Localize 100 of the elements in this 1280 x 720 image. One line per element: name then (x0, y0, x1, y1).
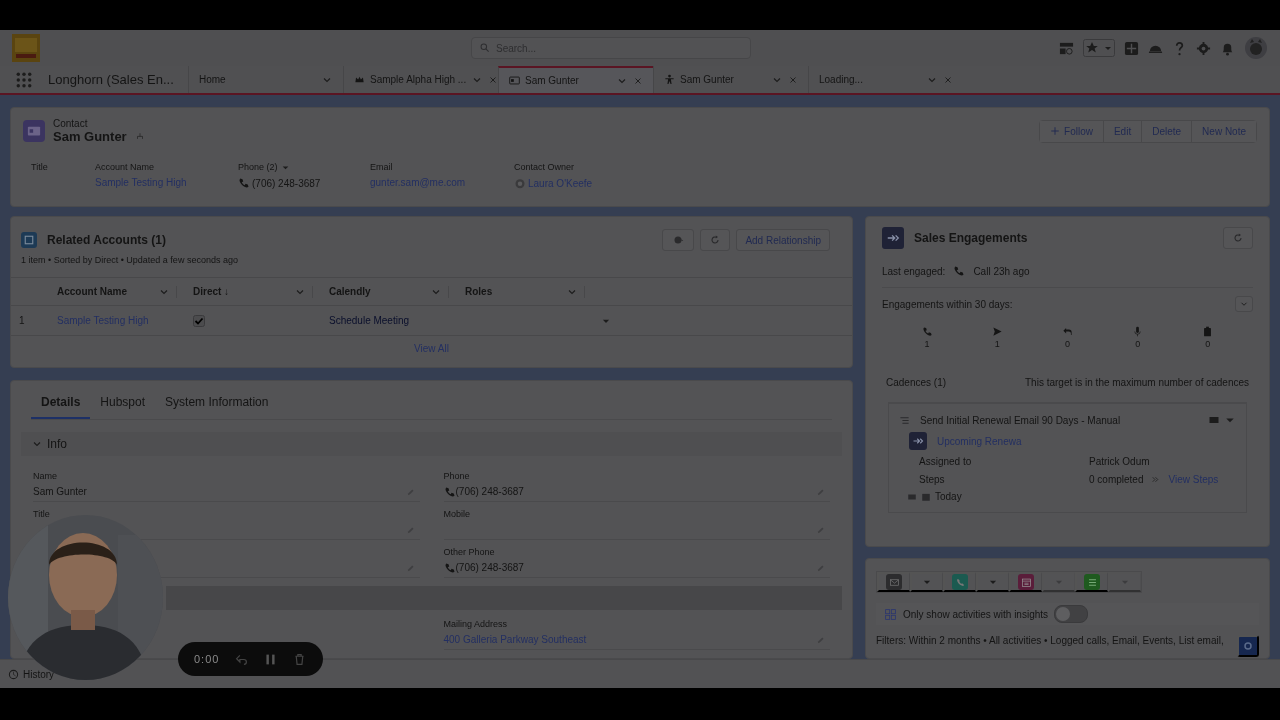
schedule-meeting-link[interactable]: Schedule Meeting (329, 315, 410, 326)
record-name: Sam Gunter (53, 129, 127, 144)
cadences-label: Cadences (1) (886, 377, 947, 388)
card-title: Sales Engagements (914, 231, 1028, 245)
app-name: Longhorn (Sales En... (48, 72, 175, 87)
field-label: Phone (2) (238, 162, 278, 172)
column-header[interactable]: Account Name (57, 286, 127, 297)
close-icon[interactable] (488, 74, 499, 85)
activity-dropdown[interactable] (976, 572, 1009, 592)
recording-timer: 0:00 (194, 653, 220, 665)
field-label: Mobile (443, 509, 471, 519)
due-date: Today (935, 491, 962, 502)
field-label: Mailing Address (443, 619, 509, 629)
undo-icon[interactable] (235, 652, 249, 666)
settings-button[interactable] (662, 229, 695, 251)
field-label: Name (33, 471, 58, 481)
field-label: Phone (443, 471, 471, 481)
search-icon (479, 42, 490, 53)
microphone-icon (1132, 326, 1144, 337)
expand-button[interactable] (1235, 296, 1253, 312)
phone-number: (706) 248-3687 (455, 486, 524, 497)
list-icon (1086, 576, 1098, 588)
phone-number: (706) 248-3687 (252, 177, 321, 189)
details-tab[interactable]: System Information (155, 381, 279, 419)
user-avatar-icon[interactable] (1244, 36, 1268, 60)
section-header[interactable]: Info (21, 432, 842, 456)
workspace-tab[interactable]: Sam Gunter (498, 66, 653, 93)
field-label: Steps (919, 474, 946, 485)
field-value: Sam Gunter (33, 486, 87, 497)
activity-button[interactable] (943, 572, 976, 592)
list-icon (899, 414, 910, 426)
app-launcher-icon[interactable] (16, 71, 32, 88)
field-label: Title (31, 162, 48, 172)
calendar-icon (921, 491, 931, 502)
engagement-count: 1 (924, 339, 930, 349)
hierarchy-icon (134, 131, 145, 142)
workspace-tab[interactable]: Loading... (808, 66, 963, 93)
company-logo[interactable] (12, 34, 40, 62)
column-header[interactable]: Roles (465, 286, 493, 297)
card-title: Related Accounts (1) (47, 233, 166, 247)
field-label: Email (370, 162, 393, 172)
phone-icon (954, 576, 966, 588)
row-number: 1 (11, 305, 49, 336)
close-icon[interactable] (943, 74, 953, 85)
owner-avatar-icon (514, 177, 526, 189)
reply-icon (1061, 326, 1073, 337)
guidance-icon[interactable] (1059, 40, 1074, 56)
add-grid-icon[interactable] (1124, 40, 1139, 56)
workspace-tab[interactable]: Home (188, 66, 343, 93)
refresh-button[interactable] (1223, 227, 1253, 249)
phone-icon (443, 485, 456, 498)
person-icon (664, 74, 675, 85)
engagement-count: 1 (994, 339, 1000, 349)
field-label: Last engaged: (882, 265, 946, 277)
insights-icon (884, 607, 897, 621)
column-header[interactable]: Direct ↓ (193, 286, 230, 297)
close-icon[interactable] (788, 74, 798, 85)
details-tab[interactable]: Hubspot (90, 381, 156, 419)
insights-toggle[interactable] (1054, 605, 1089, 623)
refresh-icon (1232, 232, 1244, 244)
assignee-name: Patrick Odum (1089, 456, 1151, 467)
pause-icon[interactable] (264, 652, 278, 666)
insights-label: Only show activities with insights (903, 608, 1049, 620)
field-label: Assigned to (919, 456, 973, 467)
utility-item[interactable]: History (23, 668, 55, 680)
clock-icon (8, 668, 19, 680)
envelope-icon (888, 576, 900, 588)
crown-icon (354, 74, 365, 85)
workspace-tab[interactable]: Sam Gunter (653, 66, 808, 93)
phone-icon (953, 265, 966, 277)
field-label: Other Phone (443, 547, 496, 557)
envelope-icon[interactable] (1208, 414, 1220, 426)
phone-icon (238, 177, 250, 189)
close-icon[interactable] (633, 75, 643, 86)
double-chevron-icon (1151, 475, 1161, 484)
column-header[interactable]: Calendly (329, 286, 371, 297)
phone-number: (706) 248-3687 (455, 562, 524, 573)
refresh-button[interactable] (700, 229, 731, 251)
refresh-icon (709, 234, 722, 246)
activity-button[interactable] (1009, 572, 1042, 592)
filters-text: Filters: Within 2 months • All activities • Logged calls, Email, Events, List email, (876, 635, 1224, 646)
contact-card-icon (27, 124, 41, 138)
clipboard-icon (1202, 326, 1214, 337)
section-label: Engagements within 30 days: (882, 298, 1013, 310)
activity-button[interactable] (877, 572, 910, 592)
field-label: Title (33, 509, 51, 519)
related-list-icon (23, 234, 35, 246)
object-type: Contact (53, 118, 89, 129)
send-icon (991, 326, 1003, 337)
contact-card-icon (509, 75, 520, 86)
settings-button[interactable] (1237, 635, 1259, 657)
activity-dropdown[interactable] (910, 572, 943, 592)
trash-icon[interactable] (293, 652, 307, 666)
details-tab[interactable]: Details (31, 381, 91, 419)
calendar-icon (1020, 576, 1032, 588)
phone-icon (921, 326, 933, 337)
plus-icon (1050, 126, 1061, 136)
phone-icon (443, 561, 456, 574)
activity-button[interactable] (1075, 572, 1108, 592)
last-engaged-value: Call 23h ago (973, 265, 1030, 277)
